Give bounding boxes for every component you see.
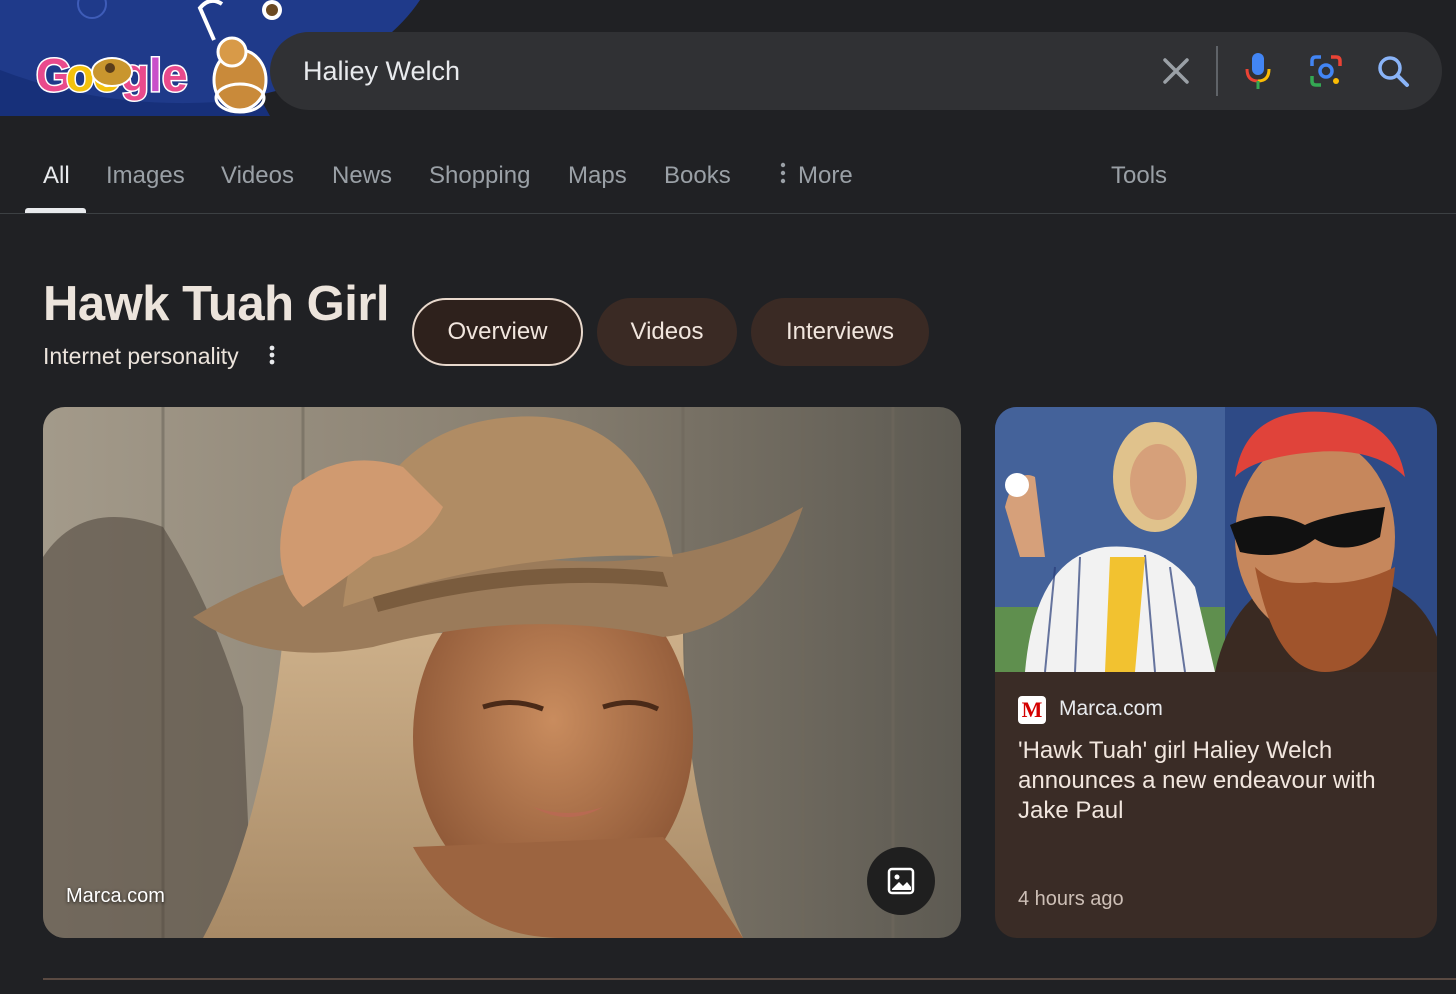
news-card[interactable]: M Marca.com 'Hawk Tuah' girl Haliey Welc… <box>995 407 1437 938</box>
tab-all[interactable]: All <box>43 162 70 190</box>
chip-interviews[interactable]: Interviews <box>751 298 929 366</box>
chip-overview[interactable]: Overview <box>412 298 583 366</box>
close-icon[interactable] <box>1156 51 1196 91</box>
news-timestamp: 4 hours ago <box>1018 888 1124 910</box>
marca-logo-letter: M <box>1021 697 1043 722</box>
tab-more[interactable]: More <box>778 162 853 191</box>
svg-text:e: e <box>162 49 188 101</box>
news-source: Marca.com <box>1059 697 1163 720</box>
search-divider <box>1216 46 1218 96</box>
tabs-divider <box>0 213 1456 214</box>
tab-books[interactable]: Books <box>664 162 731 190</box>
news-headline[interactable]: 'Hawk Tuah' girl Haliey Welch announces … <box>1018 736 1418 826</box>
tools-button[interactable]: Tools <box>1111 162 1167 190</box>
svg-text:o: o <box>66 49 94 101</box>
svg-text:l: l <box>149 49 162 101</box>
tab-news[interactable]: News <box>332 162 392 190</box>
tab-images[interactable]: Images <box>106 162 185 190</box>
mic-icon[interactable] <box>1238 51 1278 91</box>
main-photo <box>43 407 961 938</box>
search-bar[interactable]: Haliey Welch <box>270 32 1442 110</box>
entity-title: Hawk Tuah Girl <box>43 277 390 331</box>
search-icon[interactable] <box>1373 51 1413 91</box>
section-divider <box>43 978 1456 980</box>
search-input[interactable]: Haliey Welch <box>303 32 460 110</box>
entity-more-icon[interactable] <box>262 344 282 368</box>
main-image-card[interactable]: Marca.com <box>43 407 961 938</box>
image-icon[interactable] <box>867 847 935 915</box>
lens-icon[interactable] <box>1306 51 1346 91</box>
tab-more-label: More <box>798 162 853 189</box>
kebab-icon <box>778 162 788 191</box>
search-tabs: All Images Videos News Shopping Maps Boo… <box>0 150 1456 214</box>
tab-maps[interactable]: Maps <box>568 162 627 190</box>
image-source[interactable]: Marca.com <box>66 885 165 908</box>
marca-logo-icon: M <box>1018 696 1046 724</box>
tab-shopping[interactable]: Shopping <box>429 162 530 190</box>
news-thumbnail <box>995 407 1437 672</box>
chip-videos[interactable]: Videos <box>597 298 737 366</box>
tab-videos[interactable]: Videos <box>221 162 294 190</box>
entity-subtitle: Internet personality <box>43 343 239 369</box>
